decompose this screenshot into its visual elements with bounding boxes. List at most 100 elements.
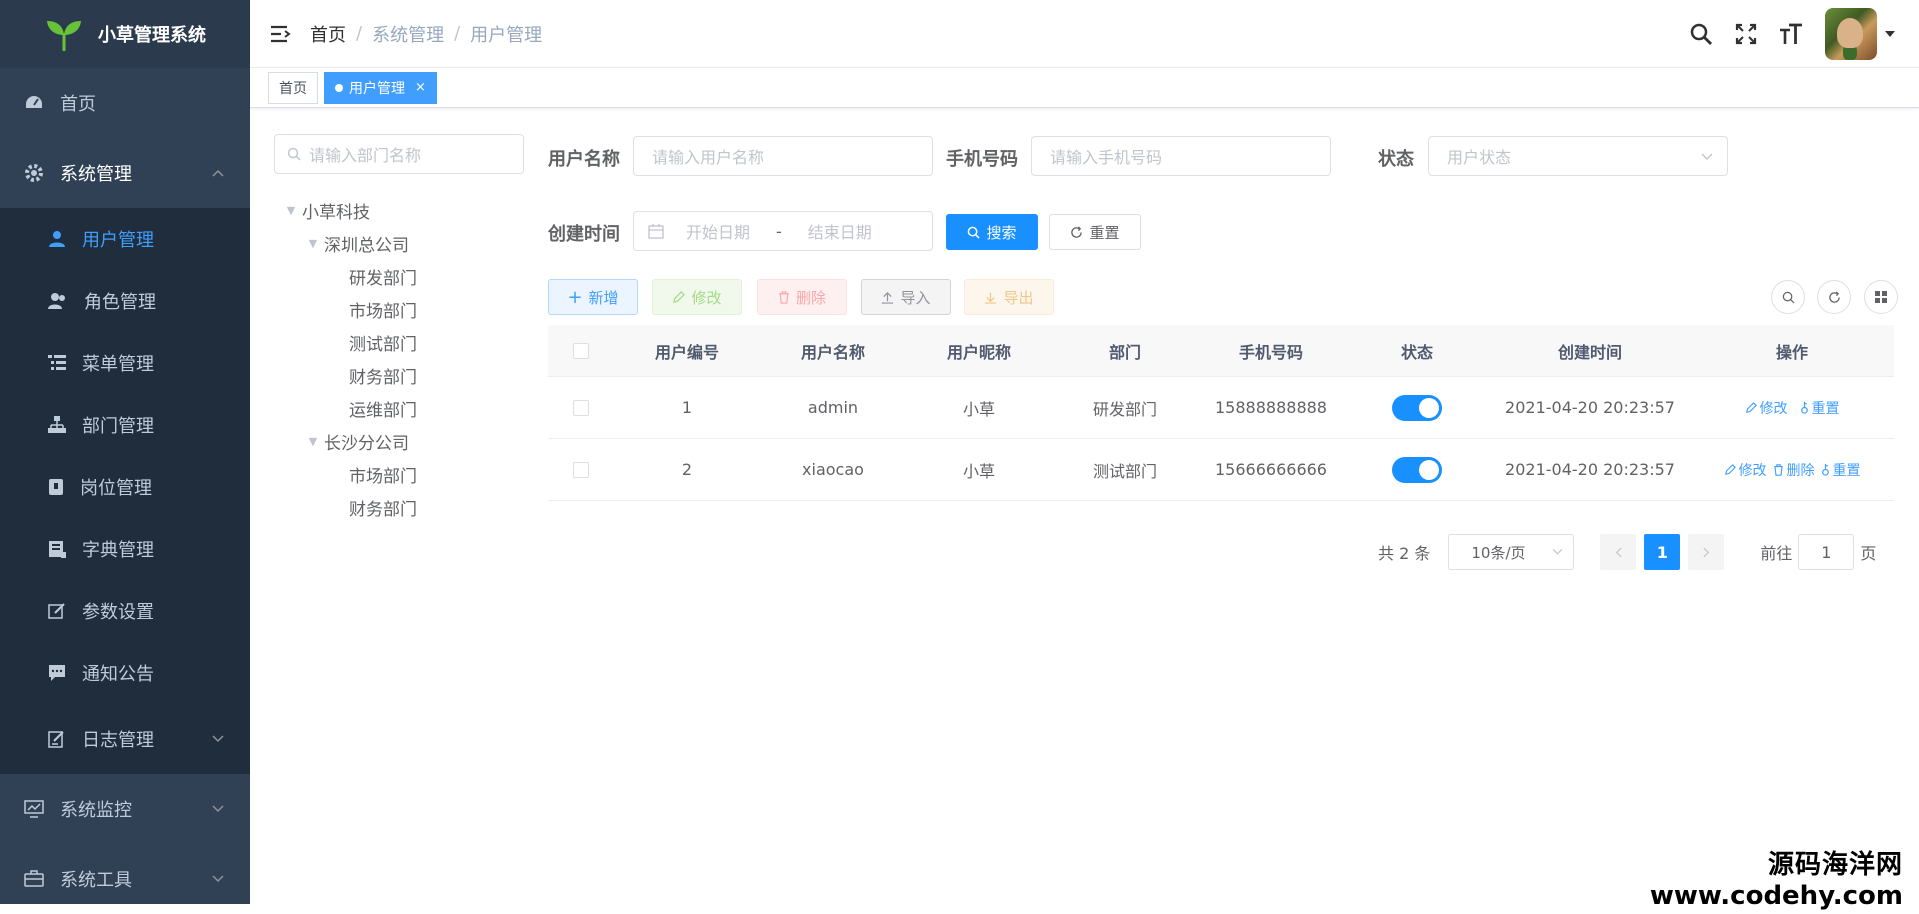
sidebar-item-dept[interactable]: 部门管理 (0, 394, 250, 456)
pagination: 共 2 条 10条/页 1 前往 1 页 (1378, 534, 1876, 570)
tree-node-leaf[interactable]: 财务部门 (274, 491, 524, 524)
tree-node-leaf[interactable]: 运维部门 (274, 392, 524, 425)
search-icon[interactable] (1689, 22, 1713, 46)
sidebar-item-post[interactable]: 岗位管理 (0, 456, 250, 518)
logo[interactable]: 小草管理系统 (0, 0, 250, 68)
sidebar-item-config[interactable]: 参数设置 (0, 580, 250, 642)
row-delete-button[interactable]: 删除 (1773, 460, 1815, 480)
tree-node-leaf[interactable]: 测试部门 (274, 326, 524, 359)
sidebar-item-role[interactable]: 角色管理 (0, 270, 250, 332)
op-label: 重置 (1811, 400, 1840, 417)
status-label: 状态 (1378, 149, 1414, 170)
row-reset-button[interactable]: 重置 (1821, 460, 1861, 480)
sidebar-item-label: 菜单管理 (82, 354, 154, 375)
font-size-icon[interactable] (1779, 23, 1803, 45)
import-button[interactable]: 导入 (861, 279, 951, 315)
row-checkbox[interactable] (573, 461, 589, 478)
sidebar-item-system[interactable]: 系统管理 (0, 138, 250, 208)
chevron-left-icon (1615, 547, 1622, 558)
add-button[interactable]: + 新增 (548, 279, 638, 315)
search-icon (287, 147, 301, 161)
row-checkbox[interactable] (573, 399, 589, 416)
user-table: 用户编号 用户名称 用户昵称 部门 手机号码 状态 创建时间 操作 1 admi… (548, 325, 1894, 501)
row-edit-button[interactable]: 修改 (1745, 398, 1788, 418)
phone-input[interactable]: 请输入手机号码 (1031, 136, 1331, 176)
search-button[interactable]: 搜索 (946, 214, 1038, 250)
refresh-icon (1070, 225, 1083, 239)
tree-node-label: 研发部门 (349, 269, 417, 289)
status-switch[interactable] (1392, 394, 1442, 421)
sidebar-item-log[interactable]: 日志管理 (0, 704, 250, 774)
dept-search-placeholder: 请输入部门名称 (309, 146, 422, 165)
post-icon (48, 478, 64, 496)
columns-button[interactable] (1864, 280, 1898, 314)
message-icon (48, 664, 66, 682)
sidebar-item-dict[interactable]: 字典管理 (0, 518, 250, 580)
page-size-select[interactable]: 10条/页 (1448, 534, 1575, 570)
caret-down-icon[interactable]: ▼ (302, 435, 324, 448)
column-header: 部门 (1108, 342, 1141, 362)
users-icon (48, 292, 68, 310)
delete-button[interactable]: 删除 (757, 279, 847, 315)
edit-button-label: 修改 (691, 288, 722, 307)
sidebar-item-label: 岗位管理 (80, 478, 152, 499)
user-id: 2 (681, 460, 693, 479)
next-page-button[interactable] (1688, 534, 1725, 570)
tree-node-leaf[interactable]: 市场部门 (274, 458, 524, 491)
column-header: 用户编号 (654, 342, 719, 362)
sidebar-item-home[interactable]: 首页 (0, 68, 250, 138)
username-input[interactable]: 请输入用户名称 (633, 136, 933, 176)
table-header: 用户编号 用户名称 用户昵称 部门 手机号码 状态 创建时间 操作 (548, 325, 1894, 377)
tag-user-management[interactable]: 用户管理 × (324, 71, 437, 104)
row-reset-button[interactable]: 重置 (1800, 398, 1840, 418)
op-label: 修改 (1759, 400, 1788, 417)
refresh-button[interactable] (1817, 280, 1851, 314)
tree-node-root[interactable]: ▼ 小草科技 (274, 194, 524, 227)
breadcrumb-home[interactable]: 首页 (310, 21, 346, 47)
fullscreen-icon[interactable] (1735, 23, 1757, 45)
sidebar-item-monitor[interactable]: 系统监控 (0, 774, 250, 844)
goto-page-input[interactable]: 1 (1798, 534, 1855, 570)
tree-node-shenzhen[interactable]: ▼ 深圳总公司 (274, 227, 524, 260)
date-range-picker[interactable]: 开始日期 - 结束日期 (633, 211, 933, 251)
column-header: 用户名称 (800, 342, 865, 362)
edit-button[interactable]: 修改 (652, 279, 742, 315)
status-switch[interactable] (1392, 456, 1442, 483)
tree-node-leaf[interactable]: 市场部门 (274, 293, 524, 326)
op-label: 重置 (1832, 462, 1861, 479)
hamburger-icon[interactable] (270, 25, 292, 43)
export-button[interactable]: 导出 (964, 279, 1054, 315)
dept-search-input[interactable]: 请输入部门名称 (274, 134, 524, 174)
tag-close-icon[interactable]: × (415, 80, 426, 95)
page-size-value: 10条/页 (1471, 543, 1526, 562)
tree-node-leaf[interactable]: 研发部门 (274, 260, 524, 293)
caret-down-icon[interactable]: ▼ (280, 204, 302, 217)
sidebar-item-user[interactable]: 用户管理 (0, 208, 250, 270)
prev-page-button[interactable] (1600, 534, 1637, 570)
breadcrumb-user: 用户管理 (470, 24, 543, 46)
sidebar-item-notice[interactable]: 通知公告 (0, 642, 250, 704)
sidebar-item-label: 参数设置 (82, 602, 154, 623)
tree-node-changsha[interactable]: ▼ 长沙分公司 (274, 425, 524, 458)
sidebar-item-label: 通知公告 (82, 664, 154, 685)
sidebar-item-label: 部门管理 (82, 416, 154, 437)
sidebar-item-label: 系统监控 (60, 800, 132, 821)
status-select[interactable]: 用户状态 (1428, 136, 1728, 176)
tag-home[interactable]: 首页 (268, 71, 318, 104)
tree-node-leaf[interactable]: 财务部门 (274, 359, 524, 392)
page-number[interactable]: 1 (1644, 534, 1681, 570)
select-all-checkbox[interactable] (573, 342, 589, 359)
row-edit-button[interactable]: 修改 (1724, 460, 1767, 480)
op-label: 修改 (1738, 462, 1767, 479)
reset-button[interactable]: 重置 (1049, 214, 1141, 250)
avatar-dropdown[interactable] (1825, 8, 1895, 60)
breadcrumb-separator: / (454, 23, 461, 44)
user-phone: 15666666666 (1215, 460, 1327, 479)
sidebar-item-menu[interactable]: 菜单管理 (0, 332, 250, 394)
toggle-search-button[interactable] (1771, 280, 1805, 314)
column-header: 操作 (1775, 342, 1808, 362)
operation-cell: 修改 删除 重置 (1690, 460, 1894, 480)
chevron-right-icon (1703, 547, 1710, 558)
tree-node-label: 财务部门 (349, 500, 417, 520)
caret-down-icon[interactable]: ▼ (302, 237, 324, 250)
